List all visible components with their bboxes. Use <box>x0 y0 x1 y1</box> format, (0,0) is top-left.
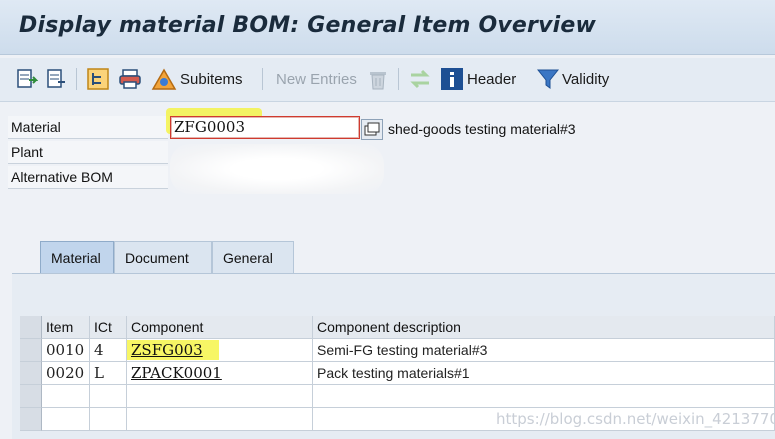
subitems-label: Subitems <box>180 70 243 88</box>
col-header-component[interactable]: Component <box>127 316 313 339</box>
select-all-cell[interactable] <box>20 316 42 339</box>
component-link[interactable]: ZSFG003 <box>131 341 203 359</box>
header-form: Material ZFG0003 shed-goods testing mate… <box>0 104 775 234</box>
where-used-button[interactable] <box>86 66 110 92</box>
hierarchy-icon <box>87 68 109 90</box>
delete-button[interactable] <box>367 66 389 92</box>
row-selector[interactable] <box>20 362 42 385</box>
info-icon <box>441 68 463 90</box>
empty-cell[interactable] <box>127 408 313 431</box>
material-description: shed-goods testing material#3 <box>388 121 576 137</box>
print-button[interactable] <box>118 66 142 92</box>
toolbar-separator <box>262 68 263 90</box>
component-link[interactable]: ZPACK0001 <box>131 364 222 382</box>
tab-document[interactable]: Document <box>114 241 212 273</box>
component-cell: ZPACK0001 <box>127 362 313 385</box>
empty-cell[interactable] <box>90 385 127 408</box>
exchange-arrows-icon <box>410 69 430 89</box>
new-entries-button[interactable]: New Entries <box>276 66 357 92</box>
copy-icon <box>364 122 380 136</box>
empty-cell[interactable] <box>42 385 90 408</box>
display-object-button[interactable] <box>361 119 383 140</box>
redacted-area <box>170 144 384 194</box>
material-label: Material <box>8 116 168 139</box>
tab-material[interactable]: Material <box>40 241 114 273</box>
subitems-button[interactable]: Subitems <box>151 66 243 92</box>
material-field[interactable]: ZFG0003 <box>170 116 360 139</box>
item-number[interactable]: 0010 <box>42 339 90 362</box>
component-cell: ZSFG003 <box>127 339 313 362</box>
item-category[interactable]: 4 <box>90 339 127 362</box>
application-toolbar: Subitems New Entries Header Validity <box>0 58 775 102</box>
header-button[interactable]: Header <box>440 66 516 92</box>
tab-general[interactable]: General <box>212 241 294 273</box>
table-import-icon <box>47 69 65 88</box>
toolbar-separator <box>76 68 77 90</box>
validity-button[interactable]: Validity <box>537 66 609 92</box>
empty-cell[interactable] <box>90 408 127 431</box>
page-title: Display material BOM: General Item Overv… <box>19 13 597 38</box>
plant-label: Plant <box>8 141 168 164</box>
subitems-icon <box>151 68 177 90</box>
row-selector[interactable] <box>20 385 42 408</box>
empty-cell[interactable] <box>313 385 775 408</box>
col-header-item[interactable]: Item <box>42 316 90 339</box>
next-item-button[interactable] <box>46 66 68 92</box>
validity-label: Validity <box>562 70 610 88</box>
empty-cell[interactable] <box>127 385 313 408</box>
item-number[interactable]: 0020 <box>42 362 90 385</box>
row-selector[interactable] <box>20 339 42 362</box>
exchange-button[interactable] <box>408 66 432 92</box>
component-description: Semi-FG testing material#3 <box>313 339 775 362</box>
trash-icon <box>370 72 386 90</box>
alternative-bom-label: Alternative BOM <box>8 166 168 189</box>
filter-icon <box>537 69 559 89</box>
previous-item-button[interactable] <box>16 66 38 92</box>
watermark: https://blog.csdn.net/weixin_42137700 <box>496 410 775 428</box>
item-category[interactable]: L <box>90 362 127 385</box>
col-header-component-description[interactable]: Component description <box>313 316 775 339</box>
title-bar: Display material BOM: General Item Overv… <box>0 0 775 55</box>
empty-cell[interactable] <box>42 408 90 431</box>
table-export-icon <box>17 69 38 88</box>
new-entries-label: New Entries <box>276 70 357 88</box>
col-header-ict[interactable]: ICt <box>90 316 127 339</box>
printer-icon <box>119 69 141 89</box>
row-selector[interactable] <box>20 408 42 431</box>
component-description: Pack testing materials#1 <box>313 362 775 385</box>
toolbar-separator <box>398 68 399 90</box>
header-label: Header <box>467 70 517 88</box>
